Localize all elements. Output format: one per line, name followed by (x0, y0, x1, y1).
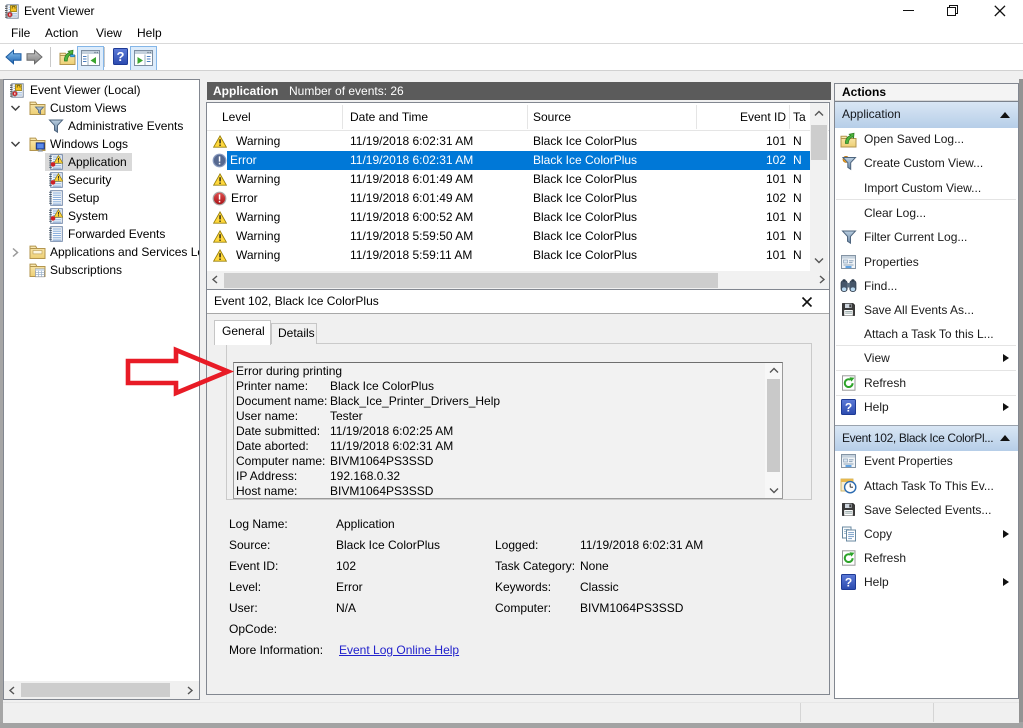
svg-text:?: ? (845, 400, 852, 414)
svg-text:?: ? (845, 575, 852, 589)
svg-text:?: ? (117, 49, 125, 64)
